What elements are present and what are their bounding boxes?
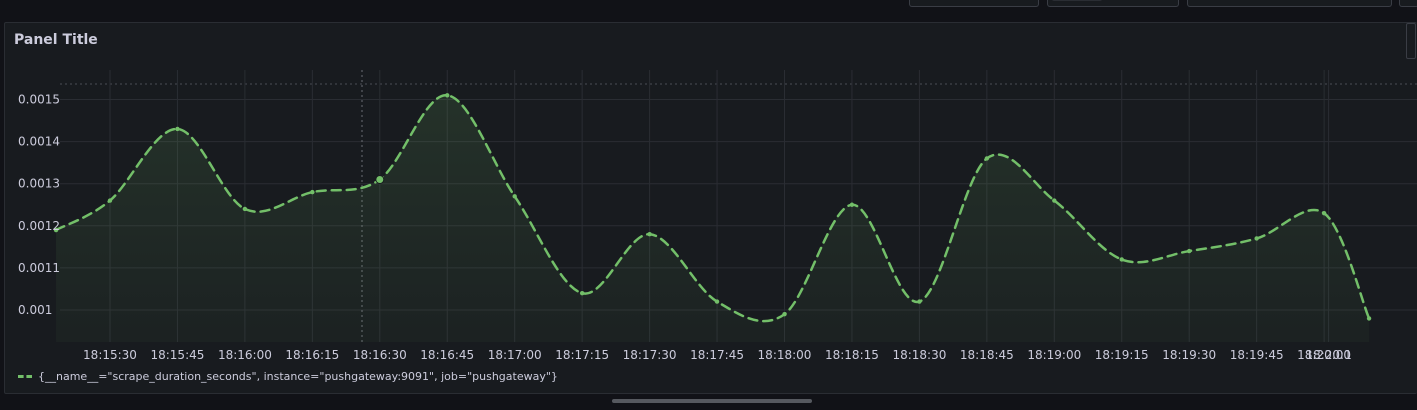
x-tick-label: 18:15:30 xyxy=(83,348,137,362)
x-tick-label: 18:16:30 xyxy=(353,348,407,362)
x-tick-label: 18:19:00 xyxy=(1027,348,1081,362)
x-tick-label: 18:18:15 xyxy=(825,348,879,362)
data-point xyxy=(782,312,787,317)
x-tick-label: 18:18:45 xyxy=(960,348,1014,362)
x-tick-label: 18:18:30 xyxy=(892,348,946,362)
data-point xyxy=(1321,210,1327,216)
data-point xyxy=(512,194,517,199)
x-tick-label: 18:19:15 xyxy=(1095,348,1149,362)
x-tick-label: 18:19:45 xyxy=(1230,348,1284,362)
series-fill xyxy=(56,95,1370,342)
data-point xyxy=(1366,316,1372,321)
data-point xyxy=(175,126,180,132)
x-tick-label: 18:15:45 xyxy=(150,348,204,362)
data-point xyxy=(984,156,990,161)
x-tick-label: 18:20:1 xyxy=(1305,348,1351,362)
data-point xyxy=(579,290,585,296)
x-tick-label: 18:19:30 xyxy=(1162,348,1216,362)
data-point xyxy=(1187,248,1192,254)
y-axis: 0.001 0.0011 0.0012 0.0013 0.0014 0.0015 xyxy=(18,93,60,318)
data-point xyxy=(1254,236,1259,241)
x-tick-label: 18:18:00 xyxy=(758,348,812,362)
data-point xyxy=(647,232,652,237)
x-tick-label: 18:16:15 xyxy=(285,348,339,362)
data-point xyxy=(310,189,315,195)
legend[interactable]: {__name__="scrape_duration_seconds", ins… xyxy=(18,369,558,383)
x-tick-label: 18:17:15 xyxy=(555,348,609,362)
x-tick-label: 18:17:45 xyxy=(690,348,744,362)
x-tick-label: 18:16:00 xyxy=(218,348,272,362)
y-tick-label: 0.0011 xyxy=(18,261,60,275)
data-point xyxy=(849,202,855,207)
data-point xyxy=(714,299,720,304)
data-point xyxy=(242,206,248,212)
x-tick-label: 18:17:30 xyxy=(623,348,677,362)
legend-series-label[interactable]: {__name__="scrape_duration_seconds", ins… xyxy=(38,370,558,383)
series-area xyxy=(56,95,1370,342)
x-tick-label: 18:17:00 xyxy=(488,348,542,362)
y-tick-label: 0.0015 xyxy=(18,93,60,107)
data-point xyxy=(1119,257,1124,262)
hover-point xyxy=(375,174,385,184)
data-point xyxy=(1052,198,1057,203)
y-tick-label: 0.001 xyxy=(18,303,52,317)
x-tick-label: 18:16:45 xyxy=(420,348,474,362)
x-axis: 18:15:30 18:15:45 18:16:00 18:16:15 18:16:30… xyxy=(83,348,1352,362)
data-point xyxy=(917,299,922,304)
y-tick-label: 0.0012 xyxy=(18,219,60,233)
y-tick-label: 0.0013 xyxy=(18,177,60,191)
horizontal-scrollbar[interactable] xyxy=(612,399,812,403)
data-point xyxy=(107,198,113,203)
data-point xyxy=(445,93,450,98)
time-series-chart[interactable]: 0.001 0.0011 0.0012 0.0013 0.0014 0.0015 18:1… xyxy=(0,0,1417,410)
y-tick-label: 0.0014 xyxy=(18,135,60,149)
legend-series-swatch xyxy=(18,374,32,378)
